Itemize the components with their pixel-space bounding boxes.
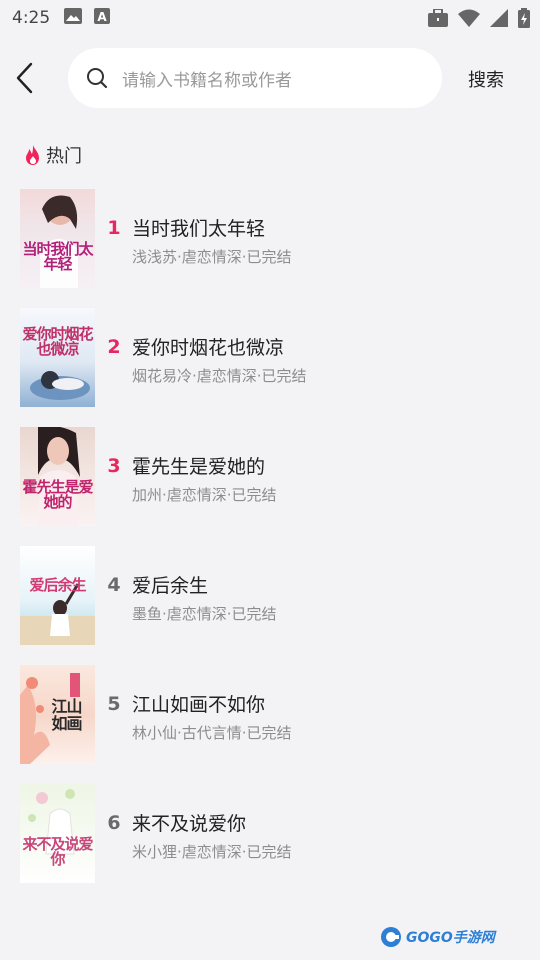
search-icon: [87, 68, 108, 89]
cover-title: 来不及说爱你: [22, 835, 93, 868]
svg-text:A: A: [98, 10, 108, 24]
image-icon: [64, 8, 83, 28]
status-time: 4:25: [12, 8, 51, 28]
book-meta: 墨鱼·虐恋情深·已完结: [132, 605, 277, 623]
status-bar: 4:25 A: [0, 0, 540, 36]
book-title: 当时我们太年轻: [132, 218, 266, 240]
search-header: 请输入书籍名称或作者 搜索: [0, 48, 540, 108]
book-title: 来不及说爱你: [132, 813, 247, 835]
wifi-icon: [458, 9, 480, 31]
book-meta: 加州·虐恋情深·已完结: [132, 486, 277, 504]
book-meta: 浅浅苏·虐恋情深·已完结: [132, 248, 292, 266]
watermark-text: GOGO手游网: [406, 930, 495, 946]
book-title: 爱你时烟花也微凉: [132, 337, 285, 359]
book-cover: 当时我们太年轻: [20, 189, 95, 288]
book-cover: 爱你时烟花也微凉: [20, 308, 95, 407]
book-cover: 霍先生是爱她的: [20, 427, 95, 526]
signal-icon: [490, 9, 508, 31]
book-cover: 爱后余生: [20, 546, 95, 645]
book-cover: 江山如画: [20, 665, 95, 764]
chevron-left-icon: [16, 62, 33, 94]
book-meta: 烟花易冷·虐恋情深·已完结: [132, 367, 307, 385]
rank-number: 4: [107, 574, 121, 596]
book-title: 霍先生是爱她的: [132, 456, 266, 478]
book-item-3[interactable]: 霍先生是爱她的 3 霍先生是爱她的 加州·虐恋情深·已完结: [0, 427, 540, 546]
rank-number: 2: [107, 336, 121, 358]
search-input[interactable]: 请输入书籍名称或作者: [68, 48, 442, 108]
book-meta: 林小仙·古代言情·已完结: [132, 724, 292, 742]
rank-number: 5: [107, 693, 121, 715]
cover-title: 当时我们太年轻: [22, 240, 93, 273]
book-item-4[interactable]: 爱后余生 4 爱后余生 墨鱼·虐恋情深·已完结: [0, 546, 540, 665]
cover-title: 江山如画: [51, 697, 82, 733]
flame-icon: [26, 145, 39, 165]
book-meta: 米小狸·虐恋情深·已完结: [132, 843, 292, 861]
gogo-logo-icon: [381, 927, 401, 947]
book-title: 爱后余生: [132, 575, 209, 597]
book-item-1[interactable]: 当时我们太年轻 1 当时我们太年轻 浅浅苏·虐恋情深·已完结: [0, 189, 540, 308]
book-cover: 来不及说爱你: [20, 784, 95, 883]
search-button[interactable]: 搜索: [468, 66, 504, 92]
battery-icon: [518, 8, 530, 32]
book-title: 江山如画不如你: [132, 694, 266, 716]
section-title: 热门: [46, 146, 82, 167]
cover-title: 霍先生是爱她的: [22, 478, 93, 511]
rank-number: 1: [107, 217, 121, 239]
watermark-logo: GOGO手游网: [380, 926, 495, 948]
book-list: 当时我们太年轻 1 当时我们太年轻 浅浅苏·虐恋情深·已完结 爱你时烟花也微凉 …: [0, 189, 540, 903]
book-item-5[interactable]: 江山如画 5 江山如画不如你 林小仙·古代言情·已完结: [0, 665, 540, 784]
cover-title: 爱后余生: [29, 576, 86, 594]
status-icons: [428, 8, 530, 32]
cover-title: 爱你时烟花也微凉: [22, 325, 93, 358]
book-item-6[interactable]: 来不及说爱你 6 来不及说爱你 米小狸·虐恋情深·已完结: [0, 784, 540, 903]
section-header-hot: 热门: [24, 142, 82, 168]
text-a-icon: A: [94, 8, 111, 28]
briefcase-icon: [428, 8, 448, 31]
book-item-2[interactable]: 爱你时烟花也微凉 2 爱你时烟花也微凉 烟花易冷·虐恋情深·已完结: [0, 308, 540, 427]
search-placeholder: 请输入书籍名称或作者: [122, 70, 292, 91]
rank-number: 3: [107, 455, 121, 477]
back-button[interactable]: [10, 60, 40, 96]
rank-number: 6: [107, 812, 121, 834]
